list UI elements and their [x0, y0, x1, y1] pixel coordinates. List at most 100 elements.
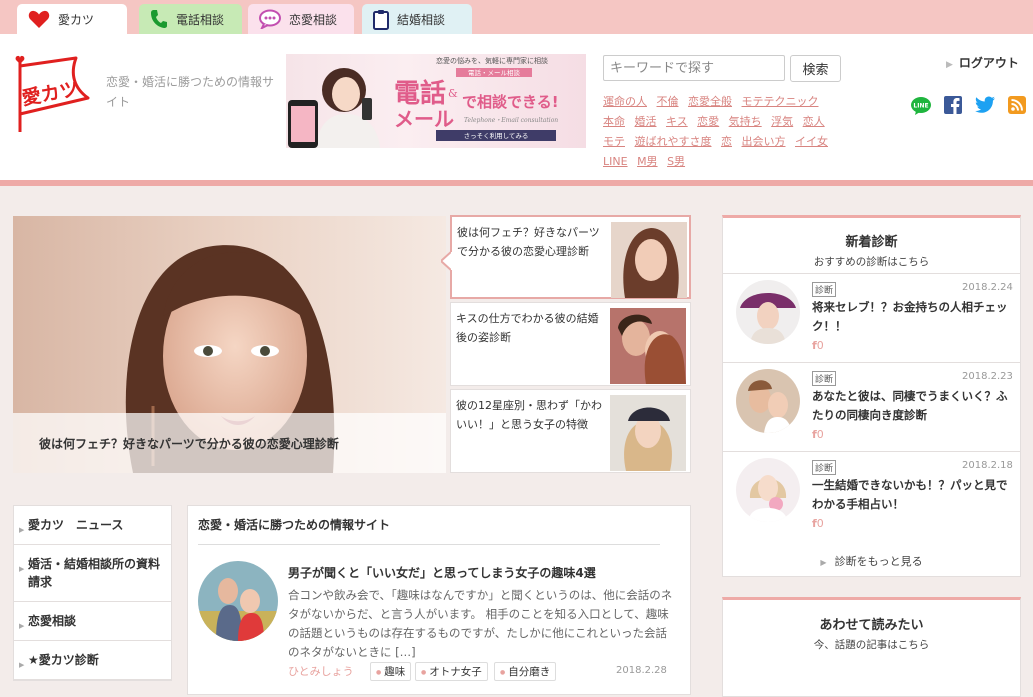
- caret-right-icon: ▶: [19, 565, 25, 573]
- keyword-tag[interactable]: 浮気: [771, 115, 793, 128]
- tab-marriage-consult[interactable]: 結婚相談: [362, 4, 472, 34]
- section-title: 恋愛・婚活に勝つための情報サイト: [198, 518, 391, 532]
- keyword-tag[interactable]: 恋愛全般: [688, 95, 732, 108]
- tab-label: 結婚相談: [397, 12, 446, 27]
- diagnosis-item[interactable]: 診断 2018.2.24 将来セレブ！？お金持ちの人相チェック！！ f0: [723, 273, 1020, 362]
- more-diagnosis-link[interactable]: ▶ 診断をもっと見る: [723, 553, 1020, 569]
- panel-title: 新着診断: [845, 235, 898, 250]
- search-input[interactable]: [603, 55, 785, 81]
- panel-subtitle: 今、話題の記事はこちら: [813, 639, 930, 651]
- banner-sub-text: 電話・メール相談: [468, 68, 521, 77]
- sidebar-item-label: 婚活・結婚相談所の資料請求: [28, 557, 161, 589]
- keyword-tag[interactable]: M男: [637, 155, 658, 168]
- hero-side-thumb: [610, 395, 686, 471]
- left-sidebar-nav: ▶ 愛カツ ニュース ▶ 婚活・結婚相談所の資料請求 ▶ 恋愛相談 ▶ ★愛カツ診断: [13, 505, 172, 681]
- hero-side-title: キスの仕方でわかる彼の結婚後の姿診断: [456, 312, 599, 344]
- caret-right-icon: ▶: [19, 526, 25, 534]
- logout-label: ログアウト: [958, 56, 1019, 70]
- sidebar-item-love-consult[interactable]: ▶ 恋愛相談: [14, 602, 171, 641]
- keyword-tag[interactable]: 恋: [721, 135, 732, 148]
- keyword-tag[interactable]: 不倫: [657, 95, 679, 108]
- like-count-value: 0: [816, 428, 824, 441]
- keyword-tag[interactable]: 運命の人: [603, 95, 647, 108]
- keyword-tag[interactable]: 恋人: [803, 115, 825, 128]
- diagnosis-date: 2018.2.24: [962, 282, 1013, 293]
- line-icon-label: LINE: [913, 103, 928, 110]
- banner-cta: さっそく利用してみる: [464, 131, 529, 140]
- related-articles-panel: あわせて読みたい 今、話題の記事はこちら: [722, 597, 1021, 697]
- keyword-tag[interactable]: 遊ばれやすさ度: [635, 135, 712, 148]
- diagnosis-date: 2018.2.23: [962, 371, 1013, 382]
- like-count-value: 0: [816, 517, 824, 530]
- diagnosis-badge: 診断: [812, 371, 837, 386]
- diagnosis-title: 一生結婚できないかも！？パッと見でわかる手相占い！: [812, 478, 1008, 511]
- site-tagline: 恋愛・婚活に勝つための情報サイト: [106, 75, 275, 109]
- sidebar-item-label: 恋愛相談: [28, 614, 77, 628]
- hero-side-thumb: [611, 222, 687, 298]
- diagnosis-thumb: [736, 280, 800, 344]
- hero-side-item[interactable]: 彼の12星座別・思わず「かわいい！」と思う女子の特徴: [450, 389, 691, 473]
- diagnosis-title: あなたと彼は、同棲でうまくいく？ふたりの同棲向き度診断: [812, 389, 1008, 422]
- social-links: LINE: [910, 96, 1026, 116]
- twitter-icon[interactable]: [974, 96, 996, 114]
- logout-link[interactable]: ▶ ログアウト: [946, 54, 1019, 71]
- keyword-tag[interactable]: LINE: [603, 155, 628, 168]
- rss-icon[interactable]: [1008, 96, 1026, 114]
- chat-bubble-icon: [259, 9, 281, 29]
- search-button[interactable]: 検索: [790, 55, 841, 82]
- keyword-tag[interactable]: 本命: [603, 115, 625, 128]
- like-count: f0: [812, 339, 824, 352]
- keyword-tag[interactable]: 恋愛: [697, 115, 719, 128]
- heart-icon: [28, 10, 50, 28]
- site-logo[interactable]: 愛カツ: [10, 54, 94, 138]
- tab-label: 恋愛相談: [289, 12, 338, 27]
- hero-side-title: 彼は何フェチ？好きなパーツで分かる彼の恋愛心理診断: [457, 226, 600, 258]
- hero-feature[interactable]: 彼は何フェチ？好きなパーツで分かる彼の恋愛心理診断: [13, 216, 446, 473]
- article-tag[interactable]: 趣味: [370, 662, 412, 681]
- facebook-icon[interactable]: [944, 96, 962, 114]
- tab-label: 愛カツ: [58, 12, 95, 27]
- article-tag[interactable]: オトナ女子: [415, 662, 488, 681]
- banner-headline-3: で相談できる!: [462, 93, 559, 111]
- diagnosis-item[interactable]: 診断 2018.2.18 一生結婚できないかも！？パッと見でわかる手相占い！ f…: [723, 451, 1020, 540]
- keyword-tag[interactable]: 婚活: [635, 115, 657, 128]
- hero-side-item[interactable]: 彼は何フェチ？好きなパーツで分かる彼の恋愛心理診断: [441, 215, 691, 299]
- article-title[interactable]: 男子が聞くと「いい女だ」と思ってしまう女子の趣味4選: [288, 564, 596, 581]
- sidebar-item-diagnosis[interactable]: ▶ ★愛カツ診断: [14, 641, 171, 680]
- article-author[interactable]: ひとみしょう: [288, 663, 354, 679]
- keyword-tag[interactable]: モテテクニック: [742, 95, 819, 108]
- panel-subtitle: おすすめの診断はこちら: [813, 256, 930, 268]
- sidebar-item-document-request[interactable]: ▶ 婚活・結婚相談所の資料請求: [14, 545, 171, 602]
- keyword-tag[interactable]: 気持ち: [729, 115, 762, 128]
- tab-love-consult[interactable]: 恋愛相談: [248, 4, 354, 34]
- like-count: f0: [812, 428, 824, 441]
- tab-phone-consult[interactable]: 電話相談: [139, 4, 242, 34]
- pointer-arrow-icon: [441, 251, 452, 271]
- hero-side-item[interactable]: キスの仕方でわかる彼の結婚後の姿診断: [450, 302, 691, 386]
- diagnosis-thumb: [736, 458, 800, 522]
- line-icon[interactable]: LINE: [910, 96, 932, 116]
- diagnosis-item[interactable]: 診断 2018.2.23 あなたと彼は、同棲でうまくいく？ふたりの同棲向き度診断…: [723, 362, 1020, 451]
- arrow-right-icon: ▶: [946, 60, 953, 70]
- diagnosis-date: 2018.2.18: [962, 460, 1013, 471]
- diagnosis-badge: 診断: [812, 282, 837, 297]
- keyword-tag[interactable]: S男: [667, 155, 685, 168]
- banner-small-text: 恋愛の悩みを、気軽に専門家に相談: [436, 56, 548, 65]
- tab-aikatsu[interactable]: 愛カツ: [17, 4, 127, 34]
- banner-amp: &: [448, 87, 458, 100]
- keyword-tag[interactable]: 出会い方: [742, 135, 786, 148]
- keyword-tag[interactable]: キス: [666, 115, 688, 128]
- section-divider: [198, 544, 660, 545]
- diagnosis-thumb: [736, 369, 800, 433]
- sidebar-item-news[interactable]: ▶ 愛カツ ニュース: [14, 506, 171, 545]
- main-article-list: 恋愛・婚活に勝つための情報サイト 男子が聞くと「いい女だ」と思ってしまう女子の趣…: [187, 505, 691, 695]
- article-tag[interactable]: 自分磨き: [494, 662, 557, 681]
- keyword-tag[interactable]: モテ: [603, 135, 625, 148]
- hero-side-title: 彼の12星座別・思わず「かわいい！」と思う女子の特徴: [456, 399, 602, 431]
- caret-right-icon: ▶: [19, 661, 25, 669]
- diagnosis-badge: 診断: [812, 460, 837, 475]
- consultation-banner[interactable]: 恋愛の悩みを、気軽に専門家に相談 電話・メール相談 電話 & メール で相談でき…: [286, 54, 586, 148]
- article-thumbnail[interactable]: [198, 561, 278, 641]
- clipboard-icon: [373, 9, 389, 30]
- keyword-tag[interactable]: イイ女: [795, 135, 828, 148]
